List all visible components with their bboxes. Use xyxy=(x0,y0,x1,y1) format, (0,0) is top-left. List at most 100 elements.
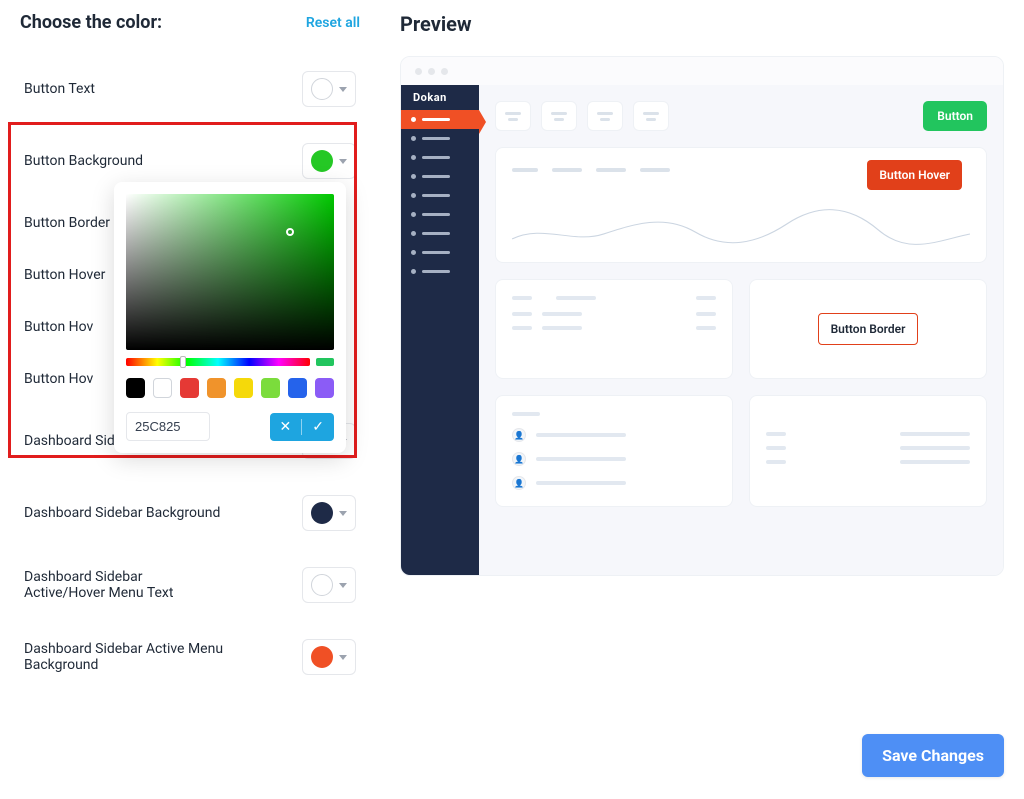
palette-row xyxy=(126,378,334,398)
palette-swatch[interactable] xyxy=(180,378,199,398)
swatch-circle xyxy=(311,78,333,100)
row-label: Button Background xyxy=(24,153,143,169)
avatar-icon: 👤 xyxy=(512,452,526,466)
palette-swatch[interactable] xyxy=(288,378,307,398)
swatch-sidebar-active-bg[interactable] xyxy=(302,639,356,675)
brand-label: Dokan xyxy=(401,85,479,110)
preview-top-cards: Button xyxy=(495,101,987,131)
sidebar-item[interactable] xyxy=(401,224,479,243)
check-icon: ✓ xyxy=(312,419,324,435)
row-sidebar-active-bg: Dashboard Sidebar Active Menu Background xyxy=(20,621,360,693)
preview-button-hover[interactable]: Button Hover xyxy=(867,160,962,190)
sidebar-item[interactable] xyxy=(401,243,479,262)
skel-line xyxy=(512,168,538,172)
dot-icon xyxy=(411,136,416,141)
bar-icon xyxy=(422,251,450,254)
row-label: Button Border xyxy=(24,215,110,231)
hex-input[interactable] xyxy=(126,412,210,441)
saturation-gradient[interactable] xyxy=(126,194,334,350)
row-label: Button Hov xyxy=(24,371,93,387)
preview-window: Dokan xyxy=(400,56,1004,576)
palette-swatch[interactable] xyxy=(207,378,226,398)
row-label: Button Text xyxy=(24,81,95,97)
chevron-down-icon xyxy=(339,511,347,516)
row-label: Button Hover xyxy=(24,267,105,283)
dot-icon xyxy=(411,212,416,217)
reset-all-link[interactable]: Reset all xyxy=(306,15,360,31)
mini-card xyxy=(495,101,531,131)
swatch-button-background[interactable] xyxy=(302,143,356,179)
sidebar-item[interactable] xyxy=(401,186,479,205)
bar-icon xyxy=(422,213,450,216)
bar-icon xyxy=(422,137,450,140)
palette-swatch[interactable] xyxy=(126,378,145,398)
swatch-sidebar-active-text[interactable] xyxy=(302,567,356,603)
bar-icon xyxy=(422,194,450,197)
row-label: Dashboard Sidebar Background xyxy=(24,505,220,521)
sidebar-item[interactable] xyxy=(401,205,479,224)
chevron-down-icon xyxy=(339,583,347,588)
palette-swatch[interactable] xyxy=(234,378,253,398)
palette-swatch[interactable] xyxy=(315,378,334,398)
gradient-cursor[interactable] xyxy=(286,228,294,236)
row-sidebar-active-text: Dashboard Sidebar Active/Hover Menu Text xyxy=(20,549,360,621)
bar-icon xyxy=(422,175,450,178)
bar-icon xyxy=(422,270,450,273)
mini-card xyxy=(587,101,623,131)
avatar-icon: 👤 xyxy=(512,476,526,490)
hue-slider-bar[interactable] xyxy=(126,358,310,366)
skel-line xyxy=(552,168,582,172)
palette-swatch[interactable] xyxy=(261,378,280,398)
close-icon: ✕ xyxy=(280,419,292,435)
swatch-button-text[interactable] xyxy=(302,71,356,107)
bar-icon xyxy=(422,118,450,121)
chevron-down-icon xyxy=(339,655,347,660)
row-button-text: Button Text xyxy=(20,53,360,125)
dot-icon xyxy=(411,250,416,255)
skel-line xyxy=(640,168,670,172)
dot-icon xyxy=(411,193,416,198)
chevron-down-icon xyxy=(339,87,347,92)
picker-cancel-button[interactable]: ✕ xyxy=(270,413,302,441)
sidebar-item[interactable] xyxy=(401,148,479,167)
skel-line xyxy=(512,412,540,416)
swatch-circle xyxy=(311,150,333,172)
save-changes-button[interactable]: Save Changes xyxy=(862,734,1004,777)
dot-icon xyxy=(411,117,416,122)
avatar-icon: 👤 xyxy=(512,428,526,442)
row-label: Dashboard Sidebar Active/Hover Menu Text xyxy=(24,569,224,601)
skel-line xyxy=(596,168,626,172)
bar-icon xyxy=(422,232,450,235)
preview-button[interactable]: Button xyxy=(923,101,987,131)
current-hue-chip xyxy=(316,358,334,366)
mini-card xyxy=(633,101,669,131)
preview-lines-card xyxy=(749,395,987,507)
preview-chart-card: Button Hover xyxy=(495,147,987,263)
row-sidebar-background: Dashboard Sidebar Background xyxy=(20,477,360,549)
preview-list-card xyxy=(495,279,733,379)
dot-icon xyxy=(411,231,416,236)
mini-card xyxy=(541,101,577,131)
swatch-circle xyxy=(311,502,333,524)
sidebar-item[interactable] xyxy=(401,167,479,186)
sidebar-item[interactable] xyxy=(401,110,479,129)
picker-confirm-button[interactable]: ✓ xyxy=(302,413,334,441)
skel-line xyxy=(512,296,532,300)
swatch-sidebar-background[interactable] xyxy=(302,495,356,531)
preview-button-border[interactable]: Button Border xyxy=(818,313,919,345)
section-title: Choose the color: xyxy=(20,12,162,33)
picker-actions: ✕ ✓ xyxy=(270,413,334,441)
skel-line xyxy=(696,296,716,300)
window-dot xyxy=(428,68,435,75)
sidebar-item[interactable] xyxy=(401,262,479,281)
palette-swatch[interactable] xyxy=(153,378,172,398)
swatch-circle xyxy=(311,574,333,596)
sidebar-item[interactable] xyxy=(401,129,479,148)
window-dot xyxy=(415,68,422,75)
preview-title: Preview xyxy=(400,12,1004,36)
swatch-circle xyxy=(311,646,333,668)
color-picker-popover: ✕ ✓ xyxy=(114,182,346,453)
chart-wave xyxy=(512,194,970,248)
preview-border-card: Button Border xyxy=(749,279,987,379)
hue-slider-handle[interactable] xyxy=(180,356,186,368)
